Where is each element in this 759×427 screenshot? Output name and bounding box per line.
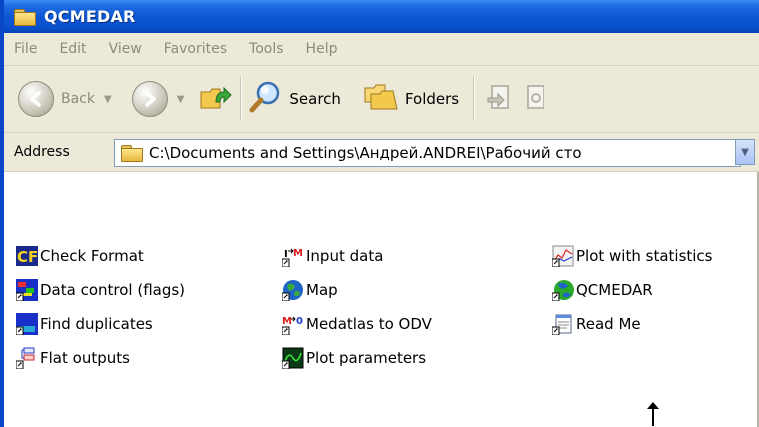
address-input[interactable]: C:\Documents and Settings\Андрей.ANDREI\… bbox=[114, 139, 741, 167]
file-label: QCMEDAR bbox=[576, 281, 653, 299]
up-folder-icon bbox=[198, 80, 233, 118]
input-data-icon: I M bbox=[281, 245, 304, 268]
resize-cursor-icon bbox=[647, 402, 659, 426]
svg-text:0: 0 bbox=[296, 316, 303, 327]
folders-label: Folders bbox=[404, 90, 460, 108]
folder-icon bbox=[121, 145, 143, 162]
plot-statistics-icon bbox=[551, 245, 574, 268]
qcmedar-globe-icon bbox=[551, 279, 574, 302]
menu-file[interactable]: File bbox=[14, 41, 37, 57]
toolbar: Back ▼ ▼ Search Folders bbox=[4, 66, 759, 133]
forward-button[interactable]: ▼ bbox=[131, 77, 185, 121]
list-item[interactable]: Flat outputs bbox=[15, 346, 130, 370]
plot-parameters-icon bbox=[281, 347, 304, 370]
list-item[interactable]: Plot with statistics bbox=[551, 244, 713, 268]
address-dropdown-button[interactable]: ▼ bbox=[735, 139, 755, 165]
file-label: Medatlas to ODV bbox=[306, 315, 432, 333]
address-bar: Address C:\Documents and Settings\Андрей… bbox=[4, 133, 759, 172]
svg-text:CF: CF bbox=[17, 248, 38, 266]
toolbar-separator bbox=[473, 77, 475, 121]
svg-text:M: M bbox=[293, 248, 303, 259]
forward-arrow-icon bbox=[131, 81, 168, 117]
list-item[interactable]: CF Check Format bbox=[16, 244, 144, 268]
find-duplicates-icon bbox=[15, 313, 38, 336]
data-control-icon bbox=[15, 279, 38, 302]
menu-help[interactable]: Help bbox=[306, 41, 338, 57]
up-folder-button[interactable] bbox=[198, 77, 233, 121]
copy-to-icon bbox=[524, 82, 545, 116]
flat-outputs-icon bbox=[15, 347, 38, 370]
search-icon bbox=[249, 80, 283, 118]
back-button[interactable]: Back ▼ bbox=[18, 77, 112, 121]
list-item[interactable]: M 0 Medatlas to ODV bbox=[281, 312, 432, 336]
folder-icon bbox=[14, 8, 36, 26]
back-dropdown-icon[interactable]: ▼ bbox=[104, 94, 112, 105]
list-item[interactable]: Data control (flags) bbox=[15, 278, 186, 302]
back-label: Back bbox=[61, 91, 95, 107]
explorer-window: QCMEDAR File Edit View Favorites Tools H… bbox=[0, 0, 759, 427]
menu-favorites[interactable]: Favorites bbox=[164, 41, 227, 57]
forward-dropdown-icon[interactable]: ▼ bbox=[177, 94, 185, 105]
file-label: Map bbox=[306, 281, 338, 299]
copy-to-button[interactable] bbox=[524, 77, 545, 121]
svg-text:M: M bbox=[282, 316, 292, 327]
file-label: Data control (flags) bbox=[40, 281, 186, 299]
move-to-icon bbox=[486, 82, 516, 116]
address-value: C:\Documents and Settings\Андрей.ANDREI\… bbox=[149, 144, 582, 162]
search-label: Search bbox=[289, 90, 341, 108]
list-item[interactable]: I M Input data bbox=[281, 244, 384, 268]
list-item[interactable]: Find duplicates bbox=[15, 312, 153, 336]
svg-text:I: I bbox=[284, 249, 288, 260]
notepad-icon bbox=[551, 313, 574, 336]
medatlas-icon: M 0 bbox=[281, 313, 304, 336]
file-label: Plot with statistics bbox=[576, 247, 713, 265]
menu-tools[interactable]: Tools bbox=[249, 41, 284, 57]
title-bar[interactable]: QCMEDAR bbox=[4, 0, 759, 33]
window-title: QCMEDAR bbox=[44, 7, 136, 26]
file-label: Input data bbox=[306, 247, 384, 265]
toolbar-separator bbox=[240, 77, 242, 121]
check-format-icon: CF bbox=[16, 245, 38, 267]
address-label: Address bbox=[14, 144, 70, 160]
file-label: Find duplicates bbox=[40, 315, 153, 333]
search-button[interactable]: Search bbox=[249, 77, 341, 121]
file-label: Read Me bbox=[576, 315, 641, 333]
file-label: Plot parameters bbox=[306, 349, 427, 367]
list-item[interactable]: QCMEDAR bbox=[551, 278, 653, 302]
back-arrow-icon bbox=[18, 81, 54, 117]
menu-bar: File Edit View Favorites Tools Help bbox=[4, 33, 759, 66]
folders-button[interactable]: Folders bbox=[363, 77, 459, 121]
file-list: CF Check Format Data control (flags) Fin… bbox=[4, 172, 759, 427]
file-label: Check Format bbox=[40, 247, 144, 265]
list-item[interactable]: Plot parameters bbox=[281, 346, 427, 370]
list-item[interactable]: Map bbox=[281, 278, 338, 302]
folders-icon bbox=[363, 82, 399, 116]
file-label: Flat outputs bbox=[40, 349, 130, 367]
globe-icon bbox=[281, 279, 304, 302]
list-item[interactable]: Read Me bbox=[551, 312, 641, 336]
move-to-button[interactable] bbox=[486, 77, 516, 121]
menu-edit[interactable]: Edit bbox=[59, 41, 86, 57]
menu-view[interactable]: View bbox=[109, 41, 142, 57]
